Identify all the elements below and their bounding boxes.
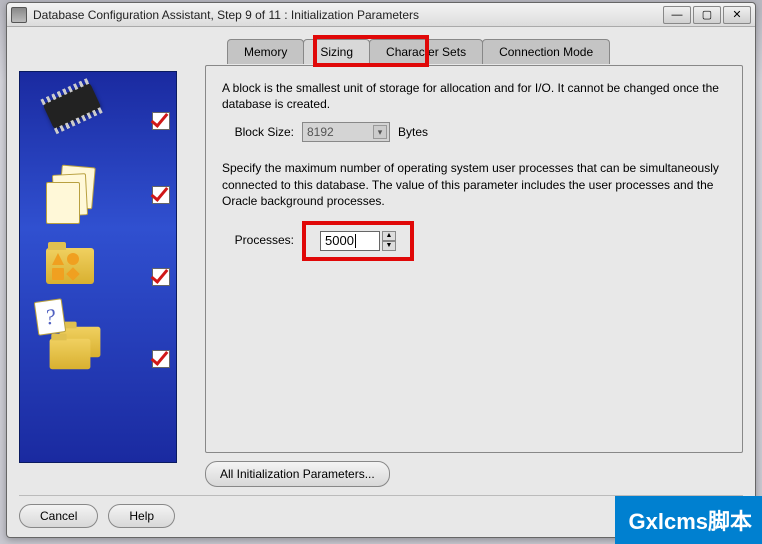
window-controls: — ▢ ✕ (663, 6, 751, 24)
processes-description: Specify the maximum number of operating … (222, 160, 726, 209)
wizard-sidebar: ? (19, 71, 177, 463)
documents-icon (46, 166, 104, 224)
sizing-panel: A block is the smallest unit of storage … (205, 65, 743, 453)
folders-icon: ? (46, 330, 104, 388)
block-size-row: Block Size: 8192 ▾ Bytes (222, 122, 726, 142)
tab-connection-mode[interactable]: Connection Mode (482, 39, 610, 64)
app-icon (11, 7, 27, 23)
minimize-button[interactable]: — (663, 6, 691, 24)
step-1 (20, 84, 170, 158)
chip-icon (46, 92, 104, 150)
chevron-down-icon: ▾ (373, 125, 387, 139)
step-2-check-icon (152, 186, 170, 204)
tab-sizing[interactable]: Sizing (303, 39, 370, 64)
processes-input[interactable]: 5000 (320, 231, 380, 251)
step-4: ? (20, 322, 170, 396)
main-panel: Memory Sizing Character Sets Connection … (205, 39, 743, 487)
window-title: Database Configuration Assistant, Step 9… (33, 8, 663, 22)
processes-label: Processes: (222, 233, 294, 247)
step-4-check-icon (152, 350, 170, 368)
help-button[interactable]: Help (108, 504, 175, 528)
close-button[interactable]: ✕ (723, 6, 751, 24)
block-size-description: A block is the smallest unit of storage … (222, 80, 726, 112)
tab-memory[interactable]: Memory (227, 39, 304, 64)
all-initialization-parameters-button[interactable]: All Initialization Parameters... (205, 461, 390, 487)
app-window: Database Configuration Assistant, Step 9… (6, 2, 756, 538)
titlebar: Database Configuration Assistant, Step 9… (7, 3, 755, 27)
block-size-combo[interactable]: 8192 ▾ (302, 122, 390, 142)
block-size-unit: Bytes (398, 125, 428, 139)
step-1-check-icon (152, 112, 170, 130)
tab-bar: Memory Sizing Character Sets Connection … (227, 39, 743, 64)
processes-spin-up[interactable]: ▲ (382, 231, 396, 241)
annotation-processes-highlight: 5000 ▲ ▼ (302, 221, 414, 261)
maximize-button[interactable]: ▢ (693, 6, 721, 24)
tab-character-sets[interactable]: Character Sets (369, 39, 483, 64)
content-area: ? Memory Sizing Character Sets Connectio… (19, 39, 743, 487)
block-size-value: 8192 (307, 125, 334, 139)
step-2 (20, 158, 170, 232)
processes-spinner-buttons: ▲ ▼ (382, 231, 396, 251)
watermark: Gxlcms脚本 (615, 496, 762, 544)
cancel-button[interactable]: Cancel (19, 504, 98, 528)
shapes-folder-icon (46, 248, 104, 306)
step-3-check-icon (152, 268, 170, 286)
block-size-label: Block Size: (222, 125, 294, 139)
processes-spin-down[interactable]: ▼ (382, 241, 396, 251)
processes-value: 5000 (325, 233, 354, 248)
processes-row: Processes: 5000 ▲ ▼ (222, 219, 726, 261)
